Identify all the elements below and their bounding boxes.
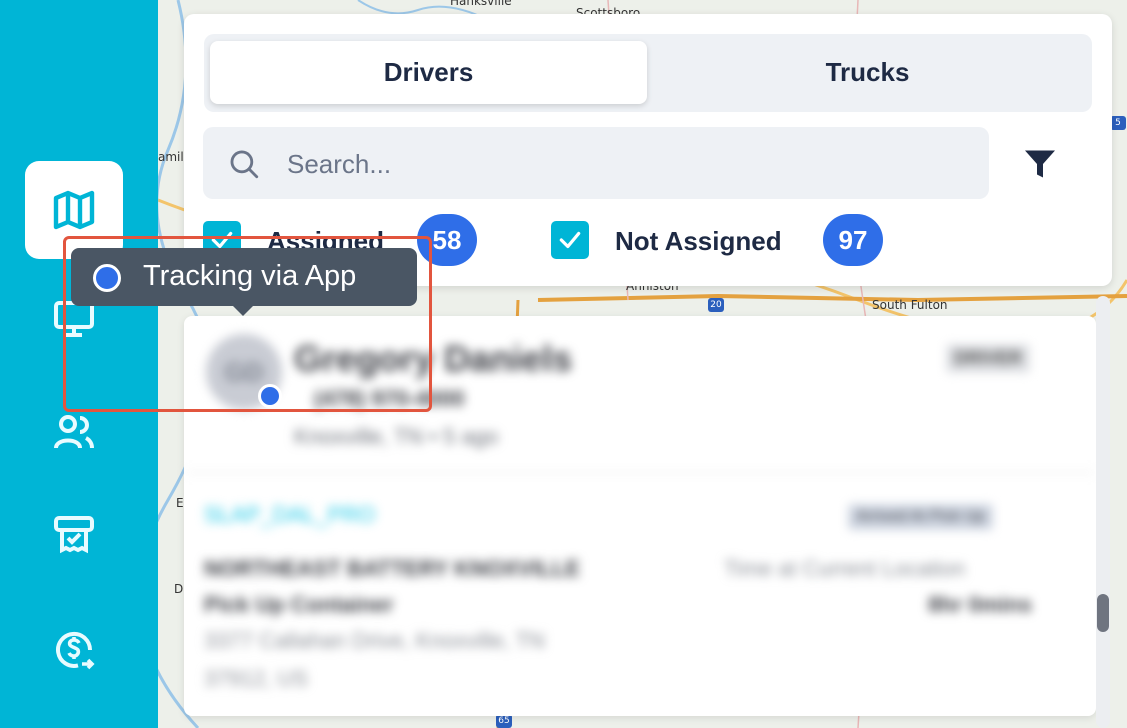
not-assigned-checkbox[interactable] [551, 221, 589, 259]
load-company: NORTHEAST BATTERY KNOXVILLE [204, 556, 581, 581]
users-icon [54, 415, 94, 449]
address-line-1: 3377 Callahan Drive, Knoxville, TN [204, 628, 545, 653]
scrollbar-thumb[interactable] [1097, 594, 1109, 632]
address-line-2: 37912, US [204, 666, 308, 691]
driver-id-badge: DRIVER [946, 344, 1031, 373]
highway-shield: 65 [496, 714, 512, 728]
check-icon [559, 231, 581, 249]
tab-trucks[interactable]: Trucks [649, 41, 1086, 104]
map-icon [53, 190, 95, 230]
driver-location: Knoxville, TN • 5 ago [294, 424, 499, 449]
receipt-icon [54, 516, 94, 554]
tooltip-arrow [232, 305, 254, 316]
tab-drivers[interactable]: Drivers [210, 41, 647, 104]
nav-billing-button[interactable] [25, 601, 123, 699]
nav-loads-button[interactable] [25, 485, 123, 583]
load-id[interactable]: SLAP_DAL_PRO [204, 502, 375, 528]
search-input[interactable] [285, 143, 969, 185]
time-duration: 8hr 0mins [928, 592, 1032, 617]
load-status-badge: Arrived At Pick Up [848, 504, 993, 530]
map-city-label: amil [158, 150, 184, 164]
map-city-label: D [174, 582, 184, 596]
tooltip: Tracking via App [71, 248, 417, 306]
not-assigned-count-badge: 97 [823, 214, 883, 266]
map-city-label: South Fulton [872, 298, 948, 312]
map-city-label: E [176, 496, 184, 510]
search-box [203, 127, 989, 199]
tracking-dot-icon [93, 264, 121, 292]
scrollbar-track[interactable] [1096, 296, 1110, 728]
dollar-icon [56, 631, 95, 670]
search-icon [230, 150, 259, 179]
load-action: Pick Up Container [204, 592, 394, 617]
not-assigned-label: Not Assigned [615, 226, 782, 256]
tooltip-text: Tracking via App [143, 260, 357, 292]
divider [184, 472, 1096, 473]
filter-icon[interactable] [1022, 146, 1058, 182]
map-city-label: Hanksville [450, 0, 512, 8]
tab-bar: Drivers Trucks [204, 34, 1092, 112]
highway-shield: 5 [1110, 116, 1126, 130]
time-label: Time at Current Location [724, 556, 966, 581]
highway-shield: 20 [708, 298, 724, 312]
